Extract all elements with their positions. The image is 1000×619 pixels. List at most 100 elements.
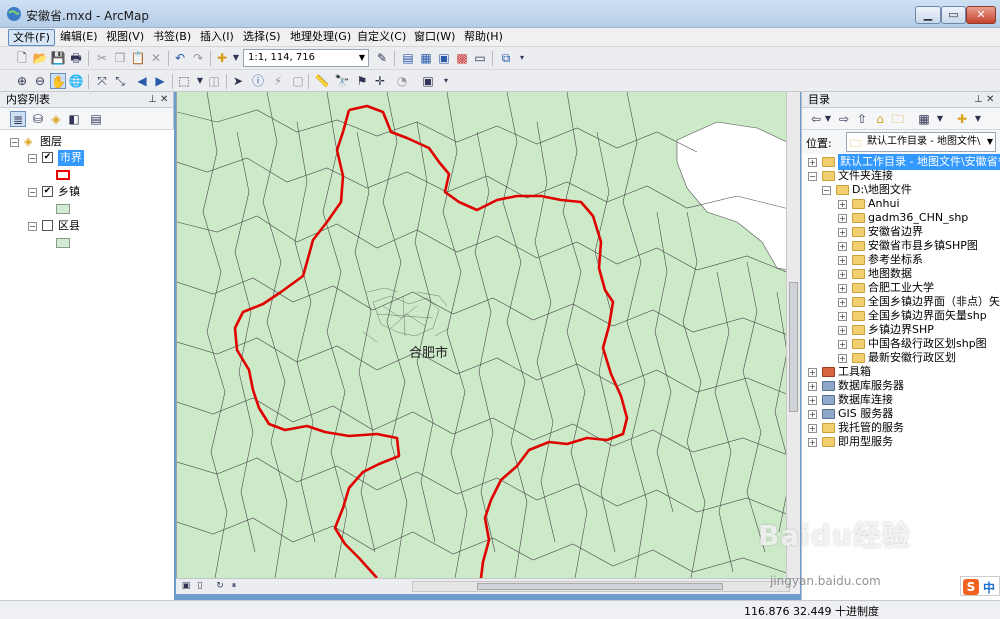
html-popup-icon[interactable]: ▢ [290, 73, 306, 89]
collapse-icon[interactable]: − [822, 186, 831, 195]
expand-icon[interactable]: + [838, 284, 847, 293]
menu-bookmarks[interactable]: 书签(B) [149, 29, 195, 46]
editor-toolbar-icon[interactable]: ✎ [374, 50, 390, 66]
expand-icon[interactable]: + [838, 228, 847, 237]
copy-icon[interactable]: ❐ [112, 50, 128, 66]
pin-icon[interactable]: ⊥ [148, 92, 157, 107]
up-one-level-icon[interactable]: ⇧ [854, 111, 870, 127]
maximize-button[interactable]: ▭ [941, 6, 966, 24]
new-dropdown-icon[interactable]: ▼ [970, 111, 986, 127]
cut-icon[interactable]: ✂ [94, 50, 110, 66]
menu-geoprocessing[interactable]: 地理处理(G) [286, 29, 355, 46]
clear-selection-icon[interactable]: ◫ [206, 73, 222, 89]
refresh-icon[interactable]: ↻ [214, 579, 226, 593]
expand-icon[interactable]: + [808, 438, 817, 447]
ime-indicator[interactable]: S 中 [960, 576, 1000, 596]
toolbar2-options-icon[interactable]: ▾ [438, 73, 454, 89]
forward-extent-icon[interactable]: ▶ [152, 73, 168, 89]
layer-visibility-checkbox[interactable]: ✔ [42, 152, 53, 163]
close-panel-icon[interactable]: ✕ [986, 92, 994, 107]
map-view[interactable]: 合肥市 [176, 92, 800, 578]
delete-icon[interactable]: ✕ [148, 50, 164, 66]
data-view-icon[interactable]: ▣ [180, 579, 192, 593]
save-icon[interactable]: 💾 [50, 50, 66, 66]
list-by-visibility-icon[interactable]: ◈ [48, 111, 64, 127]
home-icon[interactable]: ⌂ [872, 111, 888, 127]
list-by-drawing-order-icon[interactable]: ≣ [10, 111, 26, 127]
expand-icon[interactable]: + [838, 340, 847, 349]
select-features-icon[interactable]: ⬚ [176, 73, 192, 89]
toc-options-icon[interactable]: ▤ [88, 111, 104, 127]
scroll-thumb[interactable] [477, 583, 723, 590]
paste-icon[interactable]: 📋 [130, 50, 146, 66]
menu-select[interactable]: 选择(S) [239, 29, 285, 46]
expand-icon[interactable]: + [808, 410, 817, 419]
view-dropdown-icon[interactable]: ▼ [932, 111, 948, 127]
expand-icon[interactable]: + [838, 214, 847, 223]
collapse-icon[interactable]: − [28, 188, 37, 197]
collapse-icon[interactable]: − [808, 172, 817, 181]
find-icon[interactable]: 🔭 [334, 73, 350, 89]
python-window-icon[interactable]: ▭ [472, 50, 488, 66]
measure-icon[interactable]: 📏 [314, 73, 330, 89]
menu-customize[interactable]: 自定义(C) [353, 29, 410, 46]
open-icon[interactable]: 📂 [32, 50, 48, 66]
identify-icon[interactable]: ⓘ [250, 73, 266, 89]
expand-icon[interactable]: + [838, 312, 847, 321]
list-by-selection-icon[interactable]: ◧ [66, 111, 82, 127]
pause-drawing-icon[interactable]: ⏸ [228, 579, 240, 593]
add-data-dropdown-icon[interactable]: ▼ [228, 50, 244, 66]
menu-view[interactable]: 视图(V) [102, 29, 148, 46]
toolbar-options-icon[interactable]: ▾ [514, 50, 530, 66]
expand-icon[interactable]: + [838, 326, 847, 335]
close-panel-icon[interactable]: ✕ [160, 92, 168, 107]
hyperlink-icon[interactable]: ⚡ [270, 73, 286, 89]
zoom-out-icon[interactable]: ⊖ [32, 73, 48, 89]
expand-icon[interactable]: + [808, 382, 817, 391]
table-of-contents-icon[interactable]: ▤ [400, 50, 416, 66]
expand-icon[interactable]: + [838, 242, 847, 251]
new-item-icon[interactable]: ✚ [954, 111, 970, 127]
layer-visibility-checkbox[interactable] [42, 220, 53, 231]
forward-arrow-icon[interactable]: ⇨ [836, 111, 852, 127]
minimize-button[interactable]: ▁ [915, 6, 941, 24]
close-button[interactable]: ✕ [966, 6, 996, 24]
expand-icon[interactable]: + [838, 270, 847, 279]
map-horizontal-scrollbar[interactable] [412, 581, 790, 592]
layer-visibility-checkbox[interactable]: ✔ [42, 186, 53, 197]
menu-insert[interactable]: 插入(I) [196, 29, 238, 46]
time-slider-icon[interactable]: ◔ [394, 73, 410, 89]
layout-view-icon[interactable]: ▯ [194, 579, 206, 593]
redo-icon[interactable]: ↷ [190, 50, 206, 66]
create-viewer-window-icon[interactable]: ▣ [420, 73, 436, 89]
map-scale-combo[interactable]: 1:1, 114, 716 ▼ [243, 49, 369, 67]
chevron-down-icon[interactable]: ▼ [983, 133, 993, 151]
expand-icon[interactable]: + [838, 200, 847, 209]
collapse-icon[interactable]: − [28, 222, 37, 231]
layer-symbol-swatch[interactable] [56, 170, 70, 180]
connect-folder-icon[interactable]: 🗀 [890, 111, 906, 127]
arctoolbox-icon[interactable]: ▩ [454, 50, 470, 66]
catalog-window-icon[interactable]: ▦ [418, 50, 434, 66]
list-by-source-icon[interactable]: ⛁ [30, 111, 46, 127]
expand-icon[interactable]: + [838, 298, 847, 307]
expand-icon[interactable]: + [808, 368, 817, 377]
fixed-zoom-in-icon[interactable]: ⤧ [94, 73, 110, 89]
find-route-icon[interactable]: ⚑ [354, 73, 370, 89]
model-builder-icon[interactable]: ⧉ [498, 50, 514, 66]
new-document-icon[interactable]: 🗋 [14, 50, 30, 66]
view-options-icon[interactable]: ▦ [916, 111, 932, 127]
expand-icon[interactable]: + [838, 256, 847, 265]
zoom-in-icon[interactable]: ⊕ [14, 73, 30, 89]
expand-icon[interactable]: + [808, 424, 817, 433]
expand-icon[interactable]: + [808, 396, 817, 405]
back-extent-icon[interactable]: ◀ [134, 73, 150, 89]
scroll-thumb[interactable] [789, 282, 798, 412]
location-combo[interactable]: 🗀 默认工作目录 - 地图文件\ ▼ [846, 132, 996, 152]
fixed-zoom-out-icon[interactable]: ⤡ [112, 73, 128, 89]
expand-icon[interactable]: + [808, 158, 817, 167]
chevron-down-icon[interactable]: ▼ [359, 50, 365, 66]
layer-symbol-swatch[interactable] [56, 238, 70, 248]
menu-windows[interactable]: 窗口(W) [410, 29, 459, 46]
full-extent-icon[interactable]: 🌐 [68, 73, 84, 89]
